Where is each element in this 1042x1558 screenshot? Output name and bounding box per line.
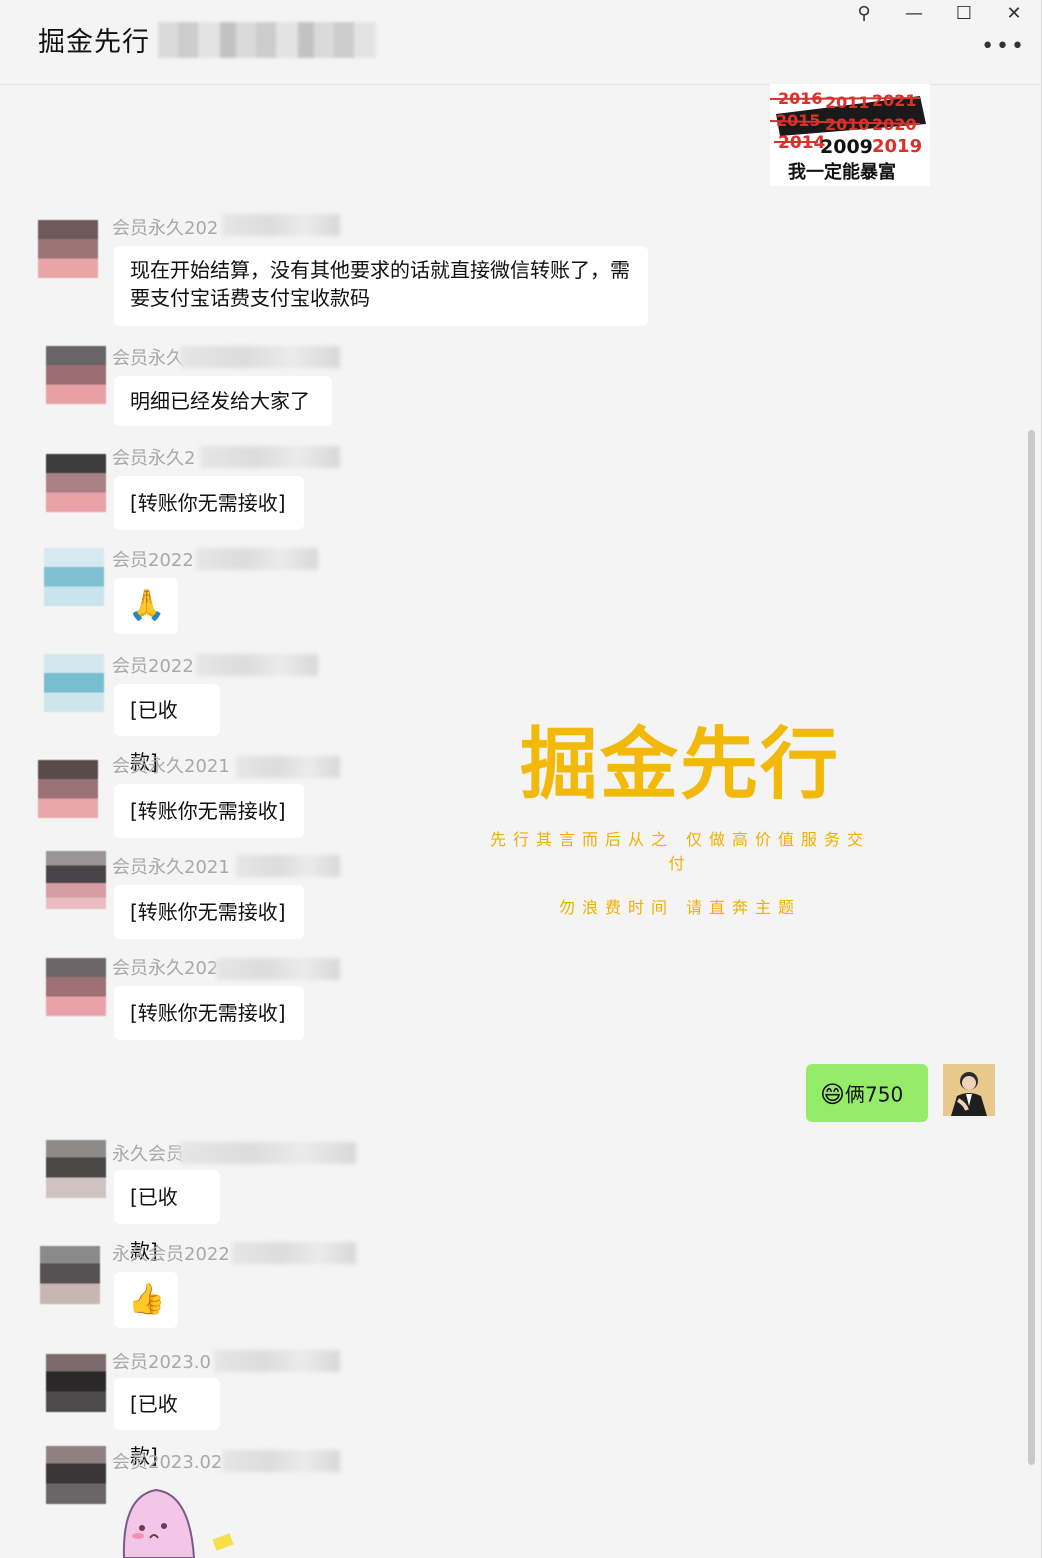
message-bubble[interactable]: [转账你无需接收] — [114, 986, 304, 1040]
sender-nickname: 会员2022 — [112, 656, 194, 677]
avatar[interactable] — [46, 958, 106, 1016]
message-bubble[interactable]: 明细已经发给大家了 — [114, 376, 332, 426]
nickname-redacted — [180, 1142, 356, 1164]
sender-nickname: 会员永久2021 — [112, 857, 230, 878]
avatar[interactable] — [46, 851, 106, 909]
self-avatar[interactable] — [943, 1064, 995, 1116]
sender-nickname: 会员永久2 — [112, 448, 196, 469]
pray-emoji-icon: 🙏 — [128, 588, 166, 623]
sticker-year-plain-2: 2019 — [872, 136, 922, 157]
sparkle-icon — [212, 1533, 234, 1551]
pin-icon[interactable]: ⚲ — [840, 0, 888, 26]
sticker-year-plain-1: 2009 — [820, 136, 873, 158]
avatar[interactable] — [38, 220, 98, 278]
self-message-text: 俩750 — [845, 1082, 904, 1107]
nickname-redacted — [216, 958, 340, 980]
message-bubble[interactable]: 🙏 — [114, 578, 178, 634]
nickname-redacted — [214, 1350, 340, 1372]
title-bar: 掘金先行 ⚲ — ☐ ✕ ••• — [0, 0, 1040, 85]
message-bubble[interactable]: [已收款] — [114, 1378, 220, 1468]
chat-title: 掘金先行 — [38, 27, 150, 58]
sticker-year-3: 2021 — [872, 91, 917, 110]
grin-emoji-icon: 😄 — [820, 1080, 846, 1109]
watermark-slogan-2: 勿浪费时间 请直奔主题 — [558, 898, 802, 917]
avatar[interactable] — [46, 454, 106, 512]
watermark-slogan-1: 先行其言而后从之 仅做高价值服务交付 — [489, 830, 871, 873]
nickname-redacted — [232, 1242, 356, 1264]
sticker-caption: 我一定能暴富 — [788, 161, 896, 183]
man-in-suit-icon — [943, 1064, 995, 1116]
blob-sticker-icon — [122, 1488, 196, 1558]
self-message-bubble[interactable]: 😄俩750 — [806, 1064, 928, 1122]
message-bubble[interactable]: 现在开始结算，没有其他要求的话就直接微信转账了，需要支付宝话费支付宝收款码 — [114, 246, 648, 326]
avatar[interactable] — [46, 1140, 106, 1198]
sticker-year-5: 2010 — [825, 115, 870, 134]
sender-nickname: 会员永久202 — [112, 958, 219, 979]
nickname-redacted — [236, 756, 340, 778]
message-bubble[interactable]: [已收款] — [114, 1170, 220, 1263]
sender-nickname: 会员2023.02 — [112, 1452, 223, 1473]
close-icon[interactable]: ✕ — [990, 0, 1038, 26]
sender-nickname: 会员永久 — [112, 348, 184, 369]
avatar[interactable] — [46, 1354, 106, 1412]
title-redacted — [158, 22, 376, 58]
avatar[interactable] — [44, 548, 104, 606]
sender-nickname: 会员永久202 — [112, 218, 219, 239]
thumbs-up-icon: 👍 — [128, 1282, 166, 1317]
nickname-redacted — [222, 1450, 340, 1472]
sender-nickname: 永久会员 — [112, 1144, 184, 1165]
avatar[interactable] — [38, 760, 98, 818]
chat-window: 掘金先行 ⚲ — ☐ ✕ ••• 2016 2011 2021 2015 201… — [0, 0, 1042, 1558]
nickname-redacted — [236, 855, 340, 877]
watermark-title: 掘金先行 — [519, 719, 840, 810]
sticker-image[interactable]: 2016 2011 2021 2015 2010 2020 2014 2009 … — [770, 84, 930, 186]
avatar[interactable] — [44, 654, 104, 712]
message-bubble[interactable]: [转账你无需接收] — [114, 476, 304, 530]
nickname-redacted — [196, 548, 318, 570]
nickname-redacted — [200, 446, 340, 468]
avatar[interactable] — [40, 1246, 100, 1304]
nickname-redacted — [222, 214, 340, 236]
message-bubble[interactable]: [已收款] — [114, 684, 220, 774]
avatar[interactable] — [46, 1446, 106, 1504]
more-options-icon[interactable]: ••• — [981, 34, 1026, 59]
sticker-graphic: 2016 2011 2021 2015 2010 2020 2014 2009 … — [770, 84, 930, 186]
avatar[interactable] — [46, 346, 106, 404]
scrollbar[interactable] — [1028, 430, 1035, 1465]
message-bubble[interactable]: [转账你无需接收] — [114, 784, 304, 838]
nickname-redacted — [196, 654, 318, 676]
sender-nickname: 会员2022 — [112, 550, 194, 571]
nickname-redacted — [180, 346, 340, 368]
message-bubble[interactable]: 👍 — [114, 1272, 178, 1328]
sticker-image[interactable] — [120, 1486, 200, 1558]
watermark-logo: 掘金先行 先行其言而后从之 仅做高价值服务交付 勿浪费时间 请直奔主题 — [480, 690, 880, 917]
sender-nickname: 会员永久2021 — [112, 756, 230, 777]
minimize-icon[interactable]: — — [890, 0, 938, 26]
sender-nickname: 会员2023.0 — [112, 1352, 211, 1373]
sticker-year-2: 2011 — [825, 93, 870, 112]
sender-nickname: 永久会员2022 — [112, 1244, 230, 1265]
maximize-icon[interactable]: ☐ — [940, 0, 988, 26]
message-bubble[interactable]: [转账你无需接收] — [114, 885, 304, 939]
